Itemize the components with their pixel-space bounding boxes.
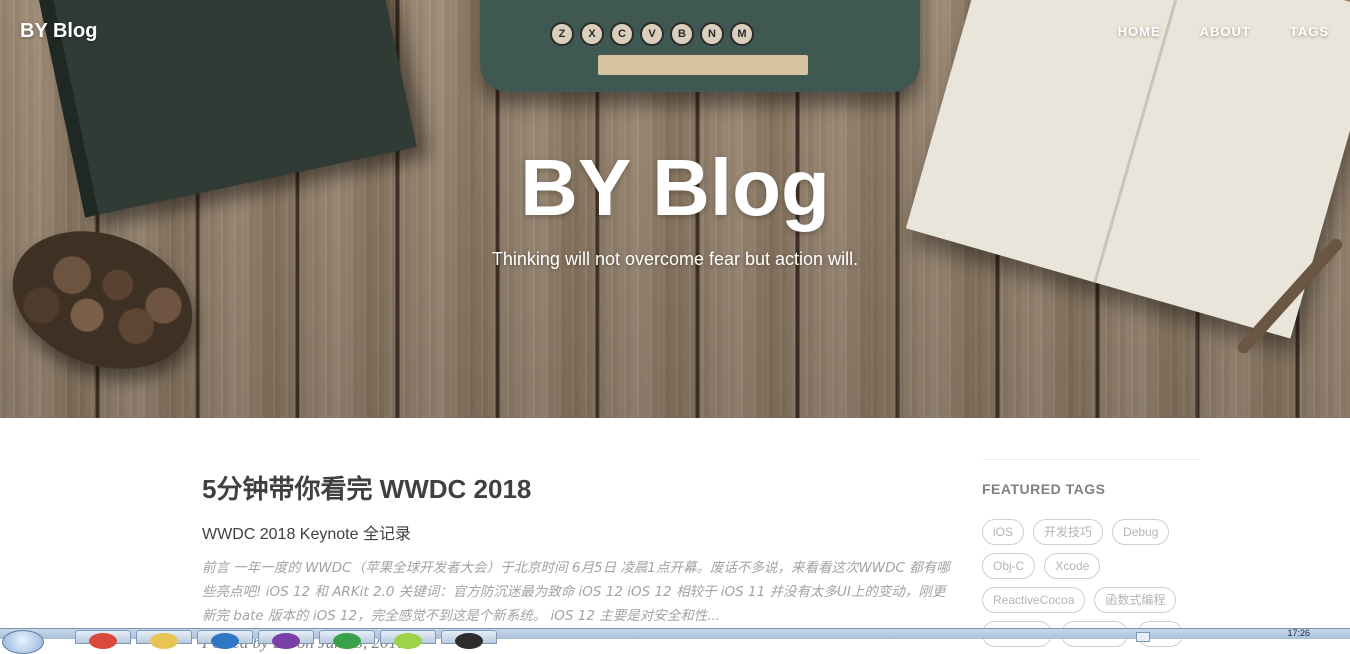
featured-tags-heading: FEATURED TAGS bbox=[982, 481, 1106, 497]
os-taskbar: 17:26 bbox=[0, 628, 1350, 654]
tag-ios[interactable]: iOS bbox=[982, 519, 1025, 545]
tag-reactivecocoa[interactable]: ReactiveCocoa bbox=[982, 587, 1086, 613]
media-icon bbox=[272, 633, 300, 649]
typewriter-key: X bbox=[580, 22, 604, 46]
brand-link[interactable]: BY Blog bbox=[20, 20, 97, 43]
top-nav: HOME ABOUT TAGS bbox=[1118, 24, 1329, 39]
typewriter-spacebar bbox=[598, 55, 808, 75]
editor-icon bbox=[211, 633, 239, 649]
tag-functional-programming[interactable]: 函数式编程 bbox=[1094, 587, 1177, 613]
start-button[interactable] bbox=[2, 630, 44, 654]
typewriter-key: N bbox=[700, 22, 724, 46]
taskbar-app-browser[interactable] bbox=[319, 630, 375, 649]
tag-xcode[interactable]: Xcode bbox=[1044, 553, 1101, 579]
post-subtitle[interactable]: WWDC 2018 Keynote 全记录 bbox=[202, 520, 962, 544]
folder-icon bbox=[150, 633, 178, 649]
hero-pinecone-image bbox=[0, 207, 212, 393]
chrome-icon bbox=[89, 633, 117, 649]
tray-icon[interactable] bbox=[1136, 632, 1150, 642]
hero-header: Z X C V B N M BY Blog HOME ABOUT TAGS BY… bbox=[0, 0, 1350, 418]
typewriter-key: B bbox=[670, 22, 694, 46]
hero-title: BY Blog bbox=[520, 143, 830, 232]
sidebar-divider bbox=[982, 459, 1200, 460]
taskbar-app-editor[interactable] bbox=[197, 630, 253, 649]
nav-about[interactable]: ABOUT bbox=[1200, 24, 1251, 39]
tag-debug[interactable]: Debug bbox=[1112, 519, 1170, 545]
taskbar-app-notes[interactable] bbox=[380, 630, 436, 649]
nav-tags[interactable]: TAGS bbox=[1290, 24, 1329, 39]
nav-home[interactable]: HOME bbox=[1118, 24, 1161, 39]
taskbar-app-explorer[interactable] bbox=[136, 630, 192, 649]
typewriter-key: C bbox=[610, 22, 634, 46]
typewriter-keys: Z X C V B N M bbox=[550, 22, 754, 46]
taskbar-clock[interactable]: 17:26 bbox=[1287, 629, 1310, 638]
taskbar-app-media[interactable] bbox=[258, 630, 314, 649]
typewriter-key: V bbox=[640, 22, 664, 46]
tag-dev-tips[interactable]: 开发技巧 bbox=[1033, 519, 1104, 545]
taskbar-app-chrome[interactable] bbox=[75, 630, 131, 649]
typewriter-key: Z bbox=[550, 22, 574, 46]
browser-icon bbox=[333, 633, 361, 649]
post-excerpt[interactable]: 前言 一年一度的 WWDC（苹果全球开发者大会）于北京时间 6月5日 凌晨1点开… bbox=[202, 556, 950, 628]
hero-typewriter-image: Z X C V B N M bbox=[480, 0, 920, 92]
post-preview: 5分钟带你看完 WWDC 2018 WWDC 2018 Keynote 全记录 … bbox=[202, 469, 962, 653]
sidebar: FEATURED TAGS iOS 开发技巧 Debug Obj-C Xcode… bbox=[982, 459, 1200, 647]
typewriter-key: M bbox=[730, 22, 754, 46]
taskbar-app-terminal[interactable] bbox=[441, 630, 497, 649]
post-title-link[interactable]: 5分钟带你看完 WWDC 2018 bbox=[202, 469, 962, 506]
tag-obj-c[interactable]: Obj-C bbox=[982, 553, 1036, 579]
hero-subtitle: Thinking will not overcome fear but acti… bbox=[491, 249, 859, 269]
notes-icon bbox=[394, 633, 422, 649]
terminal-icon bbox=[455, 633, 483, 649]
